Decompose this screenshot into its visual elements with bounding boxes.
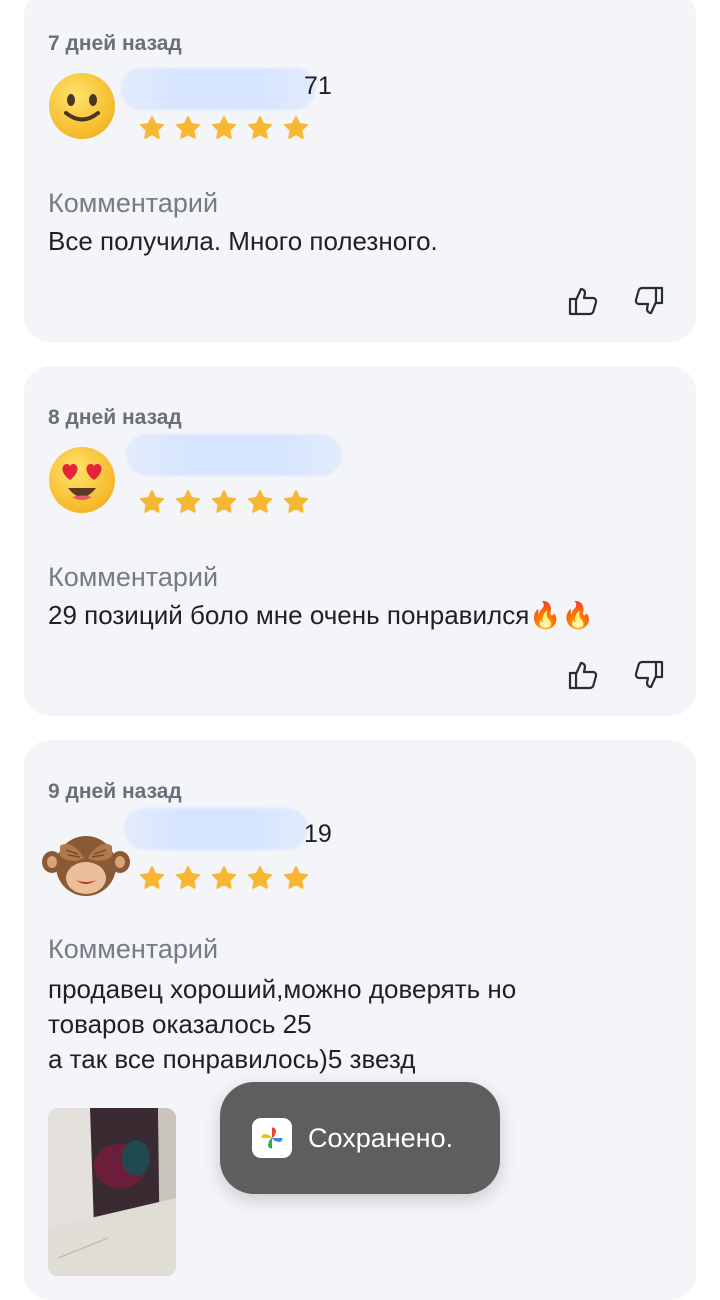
rating-stars	[138, 488, 310, 516]
star-icon	[212, 490, 236, 513]
star-icon	[284, 866, 308, 889]
smiling-face-avatar	[46, 70, 118, 142]
reviewer-name-redacted	[120, 68, 316, 110]
star-icon	[248, 116, 272, 139]
star-icon	[140, 116, 164, 139]
review-date: 7 дней назад	[48, 32, 182, 55]
star-icon	[284, 490, 308, 513]
star-icon	[248, 866, 272, 889]
reviewer-name-redacted	[126, 434, 342, 476]
reviewer-name-redacted	[124, 808, 308, 850]
star-icon	[140, 866, 164, 889]
comment-text: продавец хороший,можно доверять но товар…	[48, 974, 517, 1074]
review-card: 8 дней назад Комментарий 29 позиций боло…	[24, 366, 696, 716]
comment-label: Комментарий	[48, 934, 219, 964]
star-icon	[140, 490, 164, 513]
comment-text: Все получила. Много полезного.	[48, 226, 438, 256]
review-card: 7 дней назад 71 Комментарий Все получила…	[24, 0, 696, 342]
toast-message: Сохранено.	[308, 1122, 454, 1153]
star-icon	[248, 490, 272, 513]
dislike-button[interactable]	[632, 658, 666, 692]
review-photo-thumbnail[interactable]	[48, 1108, 176, 1276]
thumbs-up-icon	[568, 661, 598, 690]
google-photos-icon	[252, 1118, 292, 1158]
thumbs-up-icon	[568, 287, 598, 316]
review-date: 9 дней назад	[48, 780, 182, 803]
star-icon	[176, 116, 200, 139]
star-icon	[176, 490, 200, 513]
reviewer-name-suffix: 19	[304, 820, 332, 848]
dislike-button[interactable]	[632, 284, 666, 318]
review-date: 8 дней назад	[48, 406, 182, 429]
star-icon	[212, 116, 236, 139]
star-icon	[212, 866, 236, 889]
rating-stars	[138, 864, 310, 892]
thumbs-down-icon	[634, 660, 664, 689]
star-icon	[284, 116, 308, 139]
saved-toast: Сохранено.	[220, 1082, 500, 1194]
thumbs-down-icon	[634, 286, 664, 315]
heart-eyes-face-avatar	[46, 444, 118, 516]
like-button[interactable]	[566, 658, 600, 692]
like-button[interactable]	[566, 284, 600, 318]
rating-stars	[138, 114, 310, 142]
see-no-evil-monkey-avatar	[38, 828, 134, 900]
comment-label: Комментарий	[48, 562, 219, 592]
comment-text: 29 позиций боло мне очень понравился🔥🔥	[48, 600, 595, 630]
star-icon	[176, 866, 200, 889]
review-card: 9 дней назад 19 Комментарий продавец хор…	[24, 740, 696, 1300]
comment-label: Комментарий	[48, 188, 219, 218]
reviewer-name-suffix: 71	[304, 72, 332, 100]
